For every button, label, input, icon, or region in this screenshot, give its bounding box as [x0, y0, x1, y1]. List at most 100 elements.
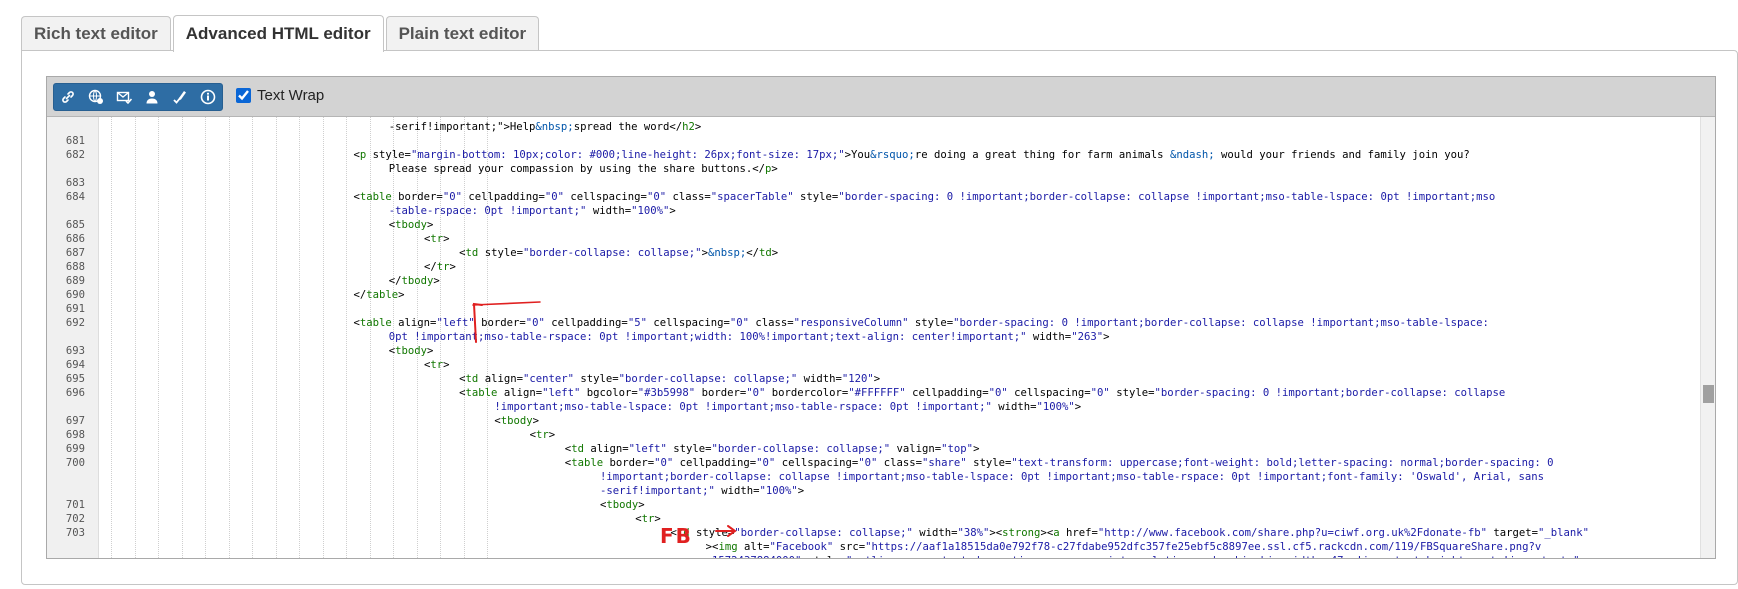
line-number: 683 [65, 177, 85, 189]
code-line: 699 <td align="left" style="border-collap… [47, 442, 1697, 456]
code-token: </ [423, 261, 437, 273]
code-token: "spacerTable" [710, 191, 794, 203]
code-token: -serif!important;" [600, 485, 715, 497]
code-token: -table-rspace: 0pt !important;" [388, 205, 587, 217]
tab-rich-text-editor[interactable]: Rich text editor [21, 16, 171, 51]
code-token: width= [714, 485, 760, 497]
code-token: class= [877, 457, 923, 469]
insert-merge-field-button[interactable] [138, 84, 166, 110]
validate-button[interactable] [166, 84, 194, 110]
code-line: -table-rspace: 0pt !important;" width="1… [47, 204, 1697, 218]
code-token: -serif!important;">Help [388, 121, 536, 133]
code-token: > [638, 499, 645, 511]
code-token: "263" [1071, 331, 1104, 343]
code-token: "text-transform: uppercase;font-weight: … [1011, 457, 1554, 469]
code-line: 693 <tbody> [47, 344, 1697, 358]
code-token: border= [391, 191, 443, 203]
code-token: "share" [922, 457, 967, 469]
code-text: <tbody> [494, 414, 539, 428]
code-token: cellspacing= [775, 457, 859, 469]
code-token: "120" [841, 373, 874, 385]
insert-email-button[interactable] [110, 84, 138, 110]
text-wrap-checkbox[interactable] [236, 88, 251, 103]
vertical-scrollbar[interactable] [1700, 117, 1715, 558]
code-text: <tr> [424, 232, 450, 246]
code-line: =1572437884000" style="outline: none;tex… [47, 554, 1697, 558]
code-token: "responsiveColumn" [793, 317, 909, 329]
code-token: tr [535, 429, 549, 441]
code-token: tr [436, 261, 450, 273]
code-token: "0" [1090, 387, 1110, 399]
code-token: cellspacing= [564, 191, 647, 203]
code-token: "0" [988, 387, 1008, 399]
code-token: "0" [544, 191, 565, 203]
code-text: -serif!important;" width="100%"> [600, 484, 804, 498]
code-text: <tr> [635, 512, 661, 526]
code-token: width= [991, 401, 1037, 413]
info-button[interactable] [194, 84, 222, 110]
code-token: "border-collapse: collapse;" [734, 527, 913, 539]
code-text: <tbody> [389, 218, 434, 232]
code-token: >< [989, 527, 1003, 539]
code-token: tr [430, 233, 444, 245]
code-token: style= [366, 149, 411, 161]
code-token: "0" [646, 191, 667, 203]
code-token: cellpadding= [905, 387, 989, 399]
code-text: </tbody> [389, 274, 440, 288]
line-number: 693 [65, 345, 85, 357]
code-token: </ [746, 247, 759, 259]
code-token: "0" [442, 191, 462, 203]
code-text: <table border="0" cellpadding="0" cellsp… [354, 190, 1496, 204]
code-token: "#FFFFFF" [848, 387, 906, 399]
code-token: style= [793, 191, 839, 203]
code-token: td [571, 443, 584, 455]
code-line: -serif!important;" width="100%"> [47, 484, 1697, 498]
code-token: "border-spacing: 0 !important;border-col… [953, 317, 1489, 329]
code-token: "top" [941, 443, 974, 455]
code-line: 0pt !important;mso-table-rspace: 0pt !im… [47, 330, 1697, 344]
tab-advanced-html-editor[interactable]: Advanced HTML editor [172, 15, 384, 52]
code-token: > [433, 275, 440, 287]
code-token: style= [689, 527, 735, 539]
code-content[interactable]: -serif!important;">Help&nbsp;spread the … [47, 117, 1701, 558]
code-line: !important;mso-table-lspace: 0pt !import… [47, 400, 1697, 414]
code-token: "border-collapse: collapse;" [522, 247, 702, 259]
code-line: 691 [47, 302, 1697, 316]
code-token: "0" [756, 457, 776, 469]
code-line: !important;border-collapse: collapse !im… [47, 470, 1697, 484]
code-token: &nbsp; [535, 121, 574, 133]
code-line: 690 </table> [47, 288, 1697, 302]
code-token: border= [695, 387, 747, 399]
code-token: >< [1040, 527, 1054, 539]
code-token: style= [966, 457, 1012, 469]
code-token: >< [705, 541, 719, 553]
code-text: <td align="center" style="border-collaps… [459, 372, 880, 386]
code-token: alt= [737, 541, 770, 553]
code-token: valign= [890, 443, 942, 455]
code-token: "border-collapse: collapse;" [618, 373, 798, 385]
code-token: td [465, 247, 479, 259]
code-token: style= [801, 555, 846, 558]
insert-web-link-button[interactable] [82, 84, 110, 110]
code-token: align= [497, 387, 543, 399]
code-line: 696 <table align="left" bgcolor="#3b5998"… [47, 386, 1697, 400]
code-token: > [873, 373, 881, 385]
code-token: "#3b5998" [637, 387, 696, 399]
scrollbar-thumb[interactable] [1703, 385, 1714, 403]
code-line: 702 <tr> [47, 512, 1697, 526]
insert-link-button[interactable] [54, 84, 82, 110]
code-token: h2 [682, 121, 695, 133]
code-token: would your friends and family join you? [1214, 149, 1470, 161]
code-token: "100%" [631, 205, 670, 217]
text-wrap-toggle[interactable]: Text Wrap [236, 87, 324, 104]
line-number: 686 [65, 233, 85, 245]
code-token: > [532, 415, 540, 427]
code-token: bordercolor= [765, 387, 849, 399]
code-token: style= [478, 247, 523, 259]
code-token: target= [1486, 527, 1538, 539]
tab-plain-text-editor[interactable]: Plain text editor [385, 16, 540, 51]
line-number: 696 [65, 387, 85, 399]
code-editor[interactable]: Text Wrap -serif!important;">Help&nbsp; s… [46, 76, 1716, 559]
line-number: 691 [65, 303, 85, 315]
code-text: <tbody> [600, 498, 645, 512]
